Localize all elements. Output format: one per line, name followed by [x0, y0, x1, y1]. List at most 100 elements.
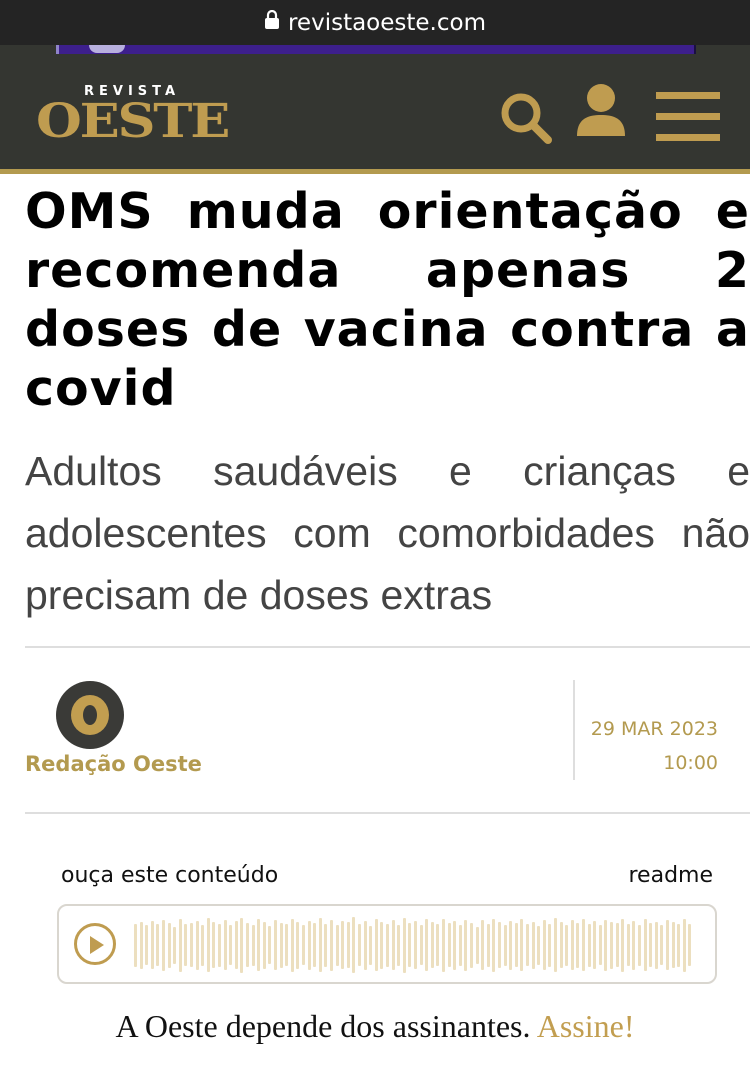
waveform-bar — [341, 921, 344, 969]
waveform-bar — [319, 918, 322, 972]
waveform-bar — [403, 918, 406, 973]
waveform-bar — [588, 924, 591, 967]
waveform-bar — [252, 925, 255, 966]
waveform-bar — [476, 927, 479, 964]
waveform-bar — [386, 924, 389, 967]
waveform-bar — [453, 921, 456, 970]
waveform-bar — [291, 919, 294, 972]
waveform-bar — [571, 920, 574, 970]
waveform-bar — [229, 925, 232, 965]
waveform-bar — [543, 920, 546, 970]
hamburger-menu-icon — [656, 92, 720, 99]
audio-provider-label[interactable]: readme — [628, 863, 713, 888]
waveform-bar — [509, 921, 512, 970]
publish-date: 29 MAR 2023 — [590, 718, 718, 740]
lock-icon — [264, 9, 280, 36]
waveform-bar — [610, 922, 613, 969]
play-button[interactable] — [74, 923, 116, 965]
search-button[interactable] — [498, 90, 554, 146]
waveform-bar — [504, 925, 507, 966]
divider — [25, 812, 750, 814]
avatar-logo-hole — [83, 705, 97, 725]
waveform-bar — [537, 926, 540, 965]
waveform-bar — [487, 924, 490, 967]
waveform-bar — [257, 919, 260, 971]
waveform-bar — [632, 921, 635, 970]
waveform-bar — [218, 924, 221, 967]
waveform-bar — [313, 923, 316, 967]
play-icon — [90, 936, 104, 954]
waveform-bar — [414, 921, 417, 969]
waveform-bar — [526, 924, 529, 966]
site-logo[interactable]: REVISTA OESTE — [36, 84, 230, 149]
waveform-bar — [336, 925, 339, 966]
waveform-bar — [224, 920, 227, 970]
waveform-bar — [621, 919, 624, 972]
waveform-bar — [464, 920, 467, 971]
browser-url-bar[interactable]: revistaoeste.com — [0, 0, 750, 45]
waveform-bar — [212, 922, 215, 968]
waveform-bar — [638, 925, 641, 966]
waveform-bar — [492, 919, 495, 972]
waveform-bar — [207, 918, 210, 972]
waveform-bar — [683, 919, 686, 972]
waveform-bar — [677, 924, 680, 967]
waveform-bar — [436, 924, 439, 966]
account-button[interactable] — [574, 82, 628, 140]
vertical-divider — [573, 680, 575, 780]
waveform-bar — [616, 923, 619, 967]
waveform-bar — [369, 926, 372, 965]
waveform-bar — [145, 925, 148, 965]
waveform-bar — [431, 922, 434, 968]
waveform-bar — [599, 925, 602, 965]
waveform-bar — [324, 924, 327, 967]
waveform-bar — [134, 924, 137, 967]
waveform-bar — [627, 924, 630, 966]
waveform-bar — [358, 924, 361, 966]
waveform-bar — [364, 921, 367, 970]
waveform-bar — [408, 923, 411, 967]
waveform-bar — [520, 919, 523, 971]
waveform-bar — [330, 920, 333, 971]
waveform-bar — [604, 920, 607, 971]
waveform-bar — [548, 924, 551, 967]
waveform-bar — [593, 921, 596, 969]
waveform-bar — [347, 922, 350, 968]
waveform-bar — [168, 923, 171, 968]
waveform-bar — [240, 918, 243, 973]
waveform-bar — [425, 919, 428, 971]
waveform-bar — [459, 925, 462, 966]
audio-player — [57, 904, 717, 984]
hamburger-menu-button[interactable] — [656, 92, 722, 142]
waveform-bar — [268, 926, 271, 964]
waveform-bar — [576, 923, 579, 968]
waveform-bar — [352, 917, 355, 973]
waveform-bar — [392, 920, 395, 970]
audio-waveform[interactable] — [134, 915, 694, 975]
ad-banner-strip[interactable] — [56, 45, 696, 54]
waveform-bar — [498, 922, 501, 968]
author-avatar[interactable] — [56, 681, 124, 749]
waveform-bar — [481, 920, 484, 970]
waveform-bar — [515, 923, 518, 967]
waveform-bar — [179, 919, 182, 972]
user-icon — [577, 84, 625, 136]
author-name[interactable]: Redação Oeste — [25, 752, 202, 776]
listen-label: ouça este conteúdo — [61, 863, 279, 888]
waveform-bar — [184, 924, 187, 966]
ad-logo — [89, 45, 125, 53]
waveform-bar — [448, 923, 451, 967]
waveform-bar — [246, 923, 249, 967]
publish-time: 10:00 — [663, 752, 718, 774]
subscribe-link[interactable]: Assine! — [537, 1008, 635, 1044]
waveform-bar — [420, 925, 423, 965]
waveform-bar — [285, 924, 288, 966]
logo-oeste-text: OESTE — [36, 94, 230, 149]
waveform-bar — [201, 925, 204, 966]
subscribe-message: A Oeste depende dos assinantes. — [115, 1008, 531, 1044]
waveform-bar — [532, 922, 535, 969]
waveform-bar — [644, 919, 647, 971]
divider — [25, 646, 750, 648]
waveform-bar — [162, 920, 165, 971]
waveform-bar — [649, 923, 652, 967]
